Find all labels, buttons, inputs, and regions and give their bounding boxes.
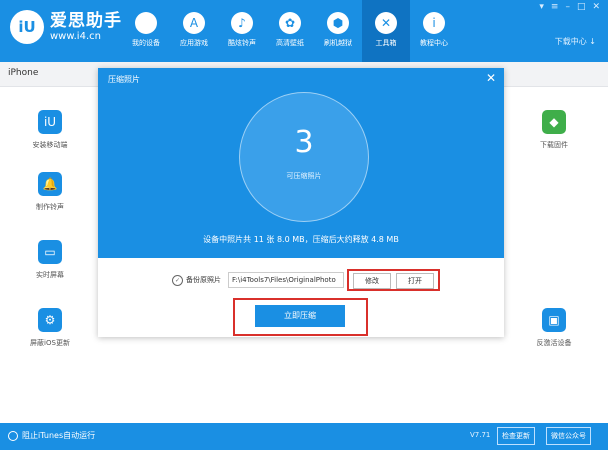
backup-row: ✓ 备份原照片 修改 打开	[98, 269, 504, 292]
app-header: iU 爱思助手 www.i4.cn 我的设备 A 应用游戏 ♪ 酷炫铃声 ✿ 高…	[0, 0, 608, 62]
tool-label: 屏蔽iOS更新	[30, 339, 70, 347]
tool-block-ios-update[interactable]: ⚙ 屏蔽iOS更新	[10, 308, 90, 348]
skin-icon[interactable]: ▾	[539, 2, 544, 12]
nav-apps[interactable]: A 应用游戏	[170, 0, 218, 62]
box-icon: ⬢	[327, 12, 349, 34]
tab-iphone[interactable]: iPhone	[8, 68, 38, 78]
nav-label: 我的设备	[132, 39, 160, 47]
dialog-header-panel: 压缩照片 ✕ 3 可压缩照片 设备中照片共 11 张 8.0 MB，压缩后大约释…	[98, 68, 504, 258]
nav-label: 工具箱	[375, 39, 397, 47]
maximize-icon[interactable]: □	[577, 2, 586, 12]
highlight-box-compress: 立即压缩	[233, 298, 368, 336]
backup-label: 备份原照片	[186, 276, 221, 284]
monitor-icon: ▭	[38, 240, 62, 264]
radio-icon	[8, 430, 18, 441]
tool-realtime-screen[interactable]: ▭ 实时屏幕	[10, 240, 90, 280]
backup-checkbox[interactable]: ✓	[172, 275, 183, 286]
dialog-title: 压缩照片	[108, 75, 140, 84]
bell-icon: 🔔	[38, 172, 62, 196]
nav-tutorials[interactable]: i 教程中心	[410, 0, 458, 62]
photo-count-circle: 3 可压缩照片	[239, 92, 369, 222]
highlight-box-buttons: 修改 打开	[347, 269, 440, 291]
photo-summary-text: 设备中照片共 11 张 8.0 MB，压缩后大约释放 4.8 MB	[203, 235, 399, 244]
wechat-button[interactable]: 微信公众号	[546, 427, 591, 445]
nav-label: 应用游戏	[180, 39, 208, 47]
main-nav: 我的设备 A 应用游戏 ♪ 酷炫铃声 ✿ 高清壁纸 ⬢ 刷机越狱 ✕ 工具箱 i…	[122, 0, 458, 62]
itunes-label: 阻止iTunes自动运行	[22, 431, 96, 440]
apple-icon	[135, 12, 157, 34]
nav-toolbox[interactable]: ✕ 工具箱	[362, 0, 410, 62]
nav-label: 酷炫铃声	[228, 39, 256, 47]
logo-url: www.i4.cn	[50, 30, 101, 42]
tool-make-ringtone[interactable]: 🔔 制作铃声	[10, 172, 90, 212]
info-icon: i	[423, 12, 445, 34]
appstore-icon: A	[183, 12, 205, 34]
open-button[interactable]: 打开	[396, 273, 434, 289]
tool-install-mobile[interactable]: iU 安装移动端	[10, 110, 90, 150]
close-icon[interactable]: ✕	[486, 71, 496, 85]
i4-app-icon: iU	[38, 110, 62, 134]
tool-label: 实时屏幕	[36, 271, 64, 279]
nav-flash-jailbreak[interactable]: ⬢ 刷机越狱	[314, 0, 362, 62]
nav-label: 高清壁纸	[276, 39, 304, 47]
compressible-count: 3	[294, 125, 314, 160]
compress-now-button[interactable]: 立即压缩	[255, 305, 345, 327]
nav-label: 教程中心	[420, 39, 448, 47]
menu-icon[interactable]: ≡	[551, 2, 559, 12]
nav-label: 刷机越狱	[324, 39, 352, 47]
close-window-icon[interactable]: ✕	[592, 2, 600, 12]
window-controls: ▾ ≡ – □ ✕	[539, 2, 600, 12]
compress-photos-dialog: 压缩照片 ✕ 3 可压缩照片 设备中照片共 11 张 8.0 MB，压缩后大约释…	[98, 68, 504, 337]
download-center-button[interactable]: 下载中心 ↓	[555, 36, 596, 47]
block-itunes-toggle[interactable]: 阻止iTunes自动运行	[8, 430, 95, 441]
logo-title: 爱思助手	[50, 11, 122, 32]
minimize-icon[interactable]: –	[565, 2, 570, 12]
check-update-button[interactable]: 检查更新	[497, 427, 535, 445]
tool-label: 反激活设备	[536, 339, 572, 347]
tool-label: 制作铃声	[36, 203, 64, 211]
tool-deactivate-device[interactable]: ▣ 反激活设备	[514, 308, 594, 348]
nav-my-device[interactable]: 我的设备	[122, 0, 170, 62]
tool-label: 下载固件	[540, 141, 568, 149]
firmware-icon: ◆	[542, 110, 566, 134]
version-label: V7.71	[470, 431, 491, 439]
nav-ringtones[interactable]: ♪ 酷炫铃声	[218, 0, 266, 62]
tool-label: 安装移动端	[32, 141, 68, 149]
backup-path-field[interactable]	[228, 272, 344, 288]
wrench-icon: ✕	[375, 12, 397, 34]
compressible-label: 可压缩照片	[286, 172, 322, 180]
app-logo: iU 爱思助手 www.i4.cn	[10, 10, 122, 44]
status-bar: 阻止iTunes自动运行 V7.71 检查更新 微信公众号	[0, 423, 608, 450]
deactivate-icon: ▣	[542, 308, 566, 332]
flower-icon: ✿	[279, 12, 301, 34]
tool-download-firmware[interactable]: ◆ 下载固件	[514, 110, 594, 150]
gear-icon: ⚙	[38, 308, 62, 332]
logo-badge: iU	[10, 10, 44, 44]
modify-button[interactable]: 修改	[353, 273, 391, 289]
nav-wallpapers[interactable]: ✿ 高清壁纸	[266, 0, 314, 62]
bell-icon: ♪	[231, 12, 253, 34]
